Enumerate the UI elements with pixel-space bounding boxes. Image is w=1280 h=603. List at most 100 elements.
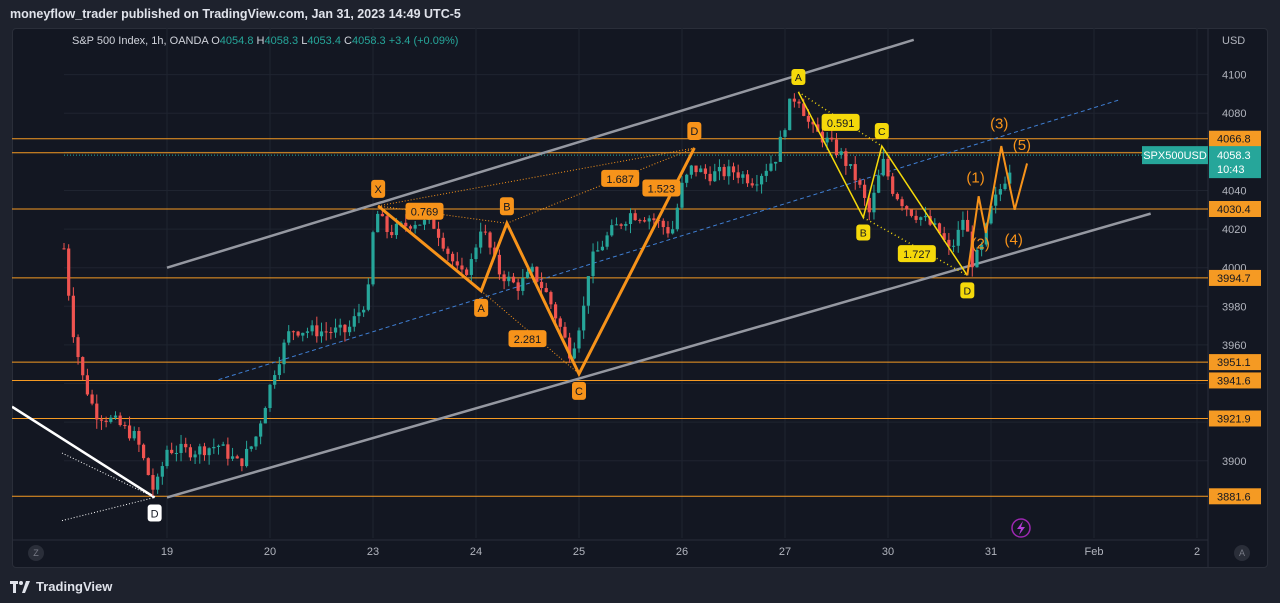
candle-body — [652, 218, 656, 221]
candle-body — [914, 215, 918, 220]
candle-body — [104, 420, 108, 422]
time-axis-tick: 25 — [573, 546, 585, 558]
time-axis-tick: 26 — [676, 546, 688, 558]
candle-body — [497, 254, 502, 275]
candle-body — [619, 224, 623, 226]
candle-body — [123, 425, 127, 427]
footer-brand: TradingView — [10, 579, 112, 594]
price-axis-tick: 4020 — [1222, 224, 1246, 236]
legend-close-label: C — [344, 35, 352, 47]
legend-high: 4058.3 — [264, 35, 299, 47]
candle-body — [671, 229, 675, 234]
candle-body — [422, 220, 427, 225]
candle-body — [830, 137, 834, 140]
candle-body — [731, 166, 736, 173]
candle-body — [207, 448, 211, 456]
candle-body — [329, 331, 333, 333]
candle-body — [408, 226, 413, 229]
candle-body — [254, 436, 258, 447]
candle-body — [923, 216, 928, 218]
candle-body — [380, 213, 384, 217]
price-level-tag-label: 3941.6 — [1217, 375, 1251, 387]
candle-body — [708, 173, 712, 182]
abcd-point-label: C — [878, 126, 886, 138]
candle-body — [446, 248, 450, 254]
zoom-reset-button[interactable]: Z — [28, 545, 44, 561]
candle-body — [961, 219, 965, 230]
candle-body — [858, 180, 862, 185]
price-chart[interactable]: X A B C D 0.769 1.687 1.523 2.281 A B C D 0.591 1.727 (… — [12, 28, 1268, 568]
candle-body — [685, 174, 689, 183]
candle-body — [469, 259, 473, 275]
candle-body — [596, 250, 600, 252]
candle-body — [516, 282, 520, 291]
candle-body — [366, 284, 370, 310]
candle-body — [745, 174, 750, 184]
candle-body — [441, 237, 445, 249]
candle-body — [797, 101, 801, 104]
candle-body — [99, 419, 104, 421]
candle-body — [591, 251, 595, 277]
candle-body — [193, 454, 197, 458]
legend-open: 4054.8 — [219, 35, 254, 47]
candle-body — [277, 364, 281, 376]
candle-body — [113, 415, 118, 418]
candle-body — [460, 265, 464, 270]
publisher-header: moneyflow_trader published on TradingVie… — [10, 7, 461, 21]
price-level-tag-label: 3994.7 — [1217, 273, 1251, 285]
candle-body — [956, 229, 960, 246]
candle-body — [483, 231, 487, 233]
candle-body — [834, 139, 839, 155]
ohlc-legend: S&P 500 Index, 1h, OANDA O4054.8 H4058.3… — [72, 35, 458, 47]
symbol-tag-label: SPX500USD — [1143, 150, 1207, 162]
price-level-tag-label: 3881.6 — [1217, 491, 1251, 503]
candle-body — [216, 445, 221, 447]
candle-body — [151, 475, 155, 490]
candle-body — [333, 327, 338, 333]
abcd-ratio-label: 1.727 — [903, 249, 931, 261]
price-axis-tick: 3980 — [1222, 301, 1246, 313]
candle-body — [221, 444, 225, 446]
candle-body — [544, 288, 548, 293]
price-axis-tick: 4040 — [1222, 185, 1246, 197]
candle-body — [343, 324, 347, 333]
candle-body — [296, 331, 300, 336]
candle-body — [165, 449, 169, 467]
candle-body — [862, 184, 867, 198]
candle-body — [413, 224, 417, 229]
candle-body — [95, 403, 99, 420]
candle-body — [315, 325, 319, 337]
candle-body — [886, 158, 890, 177]
price-level-tag-label: 4066.8 — [1217, 134, 1251, 146]
candle-body — [85, 375, 90, 395]
candle-body — [764, 170, 768, 176]
candle-body — [600, 246, 605, 251]
candle-body — [488, 232, 492, 248]
candle-body — [235, 456, 239, 459]
prior-drop-line — [12, 405, 156, 499]
candle-body — [905, 206, 909, 210]
candle-body — [839, 151, 843, 155]
candle-body — [249, 446, 253, 449]
candle-body — [184, 443, 188, 448]
candle-body — [853, 164, 857, 181]
candle-body — [909, 209, 914, 216]
time-axis-tick: 20 — [264, 546, 276, 558]
candle-body — [432, 218, 436, 229]
time-axis-tick: 2 — [1194, 546, 1200, 558]
candle-body — [226, 444, 230, 459]
auto-scale-button[interactable]: A — [1234, 545, 1250, 561]
time-axis-tick: 30 — [882, 546, 894, 558]
price-level-tag-label: 4030.4 — [1217, 204, 1251, 216]
price-axis-tick: 4080 — [1222, 108, 1246, 120]
prior-d-label: D — [151, 508, 159, 520]
xabcd-point-label: D — [690, 126, 698, 138]
footer-brand-label: TradingView — [36, 579, 113, 594]
candle-body — [539, 281, 544, 289]
legend-change: +3.4 (+0.09%) — [388, 35, 459, 47]
candle-body — [362, 309, 366, 313]
candle-body — [605, 235, 609, 247]
candle-body — [699, 168, 703, 173]
candle-body — [394, 223, 399, 236]
candle-body — [806, 115, 811, 122]
